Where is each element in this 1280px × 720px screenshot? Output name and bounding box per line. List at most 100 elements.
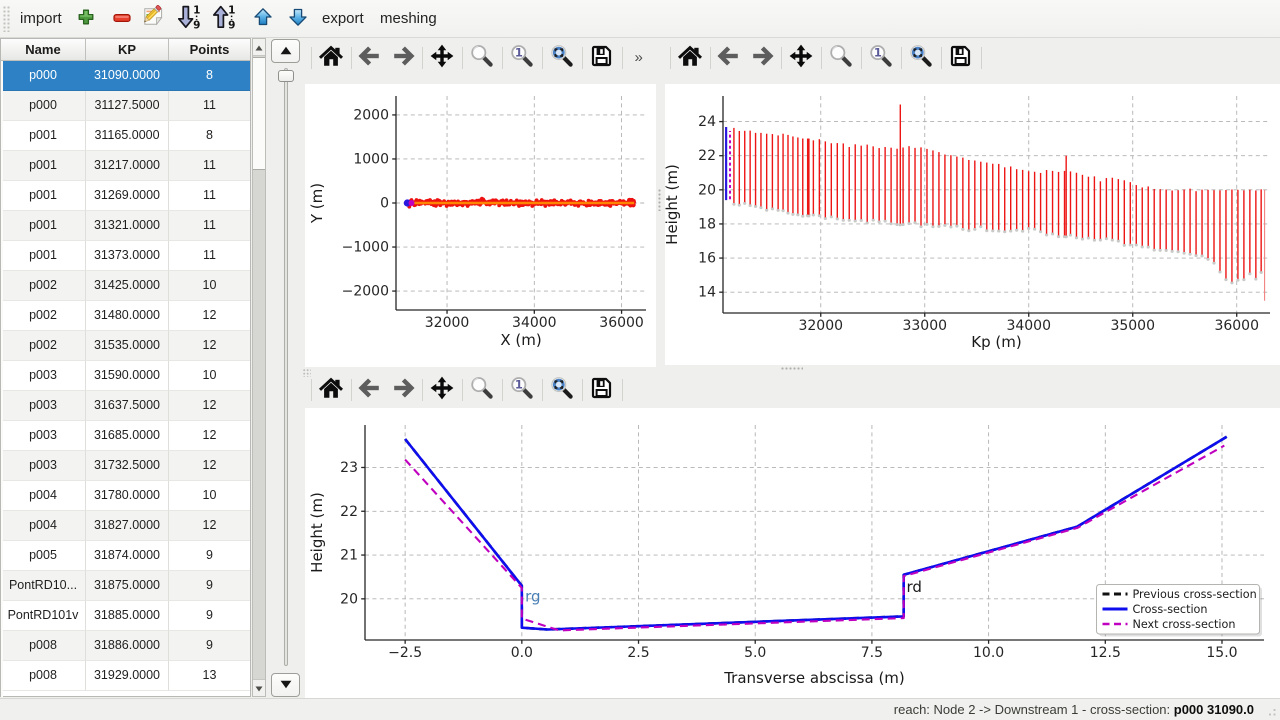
column-header-kp[interactable]: KP (86, 39, 169, 60)
cell-points[interactable]: 11 (169, 151, 250, 181)
scrollbar-thumb[interactable] (253, 57, 265, 170)
back-button[interactable] (715, 43, 745, 73)
forward-button[interactable] (746, 43, 776, 73)
cell-points[interactable]: 9 (169, 541, 250, 571)
cell-name[interactable]: p003 (1, 361, 86, 391)
sort-descending-button[interactable]: 19 (176, 5, 204, 33)
cell-points[interactable]: 10 (169, 361, 250, 391)
cell-name[interactable]: p001 (1, 181, 86, 211)
table-row[interactable]: p00131269.000011 (1, 181, 250, 211)
vertical-splitter-handle[interactable] (657, 189, 662, 211)
cell-points[interactable]: 12 (169, 331, 250, 361)
cell-kp[interactable]: 31373.0000 (86, 241, 169, 271)
cell-name[interactable]: p000 (1, 91, 86, 121)
export-button[interactable]: export (312, 0, 374, 37)
table-row[interactable]: p00131165.00008 (1, 121, 250, 151)
zoom-button[interactable] (467, 375, 497, 405)
cell-points[interactable]: 11 (169, 181, 250, 211)
cell-name[interactable]: p003 (1, 391, 86, 421)
cell-name[interactable]: p008 (1, 631, 86, 661)
cell-name[interactable]: p004 (1, 511, 86, 541)
zoom-fit-button[interactable] (906, 43, 936, 73)
move-up-button[interactable] (249, 5, 277, 33)
cell-name[interactable]: p001 (1, 151, 86, 181)
cell-points[interactable]: 9 (169, 571, 250, 601)
column-header-name[interactable]: Name (1, 39, 86, 60)
table-row[interactable]: p00231425.000010 (1, 271, 250, 301)
table-row[interactable]: p00131321.000011 (1, 211, 250, 241)
table-row[interactable]: p00431780.000010 (1, 481, 250, 511)
pan-button[interactable] (427, 43, 457, 73)
sort-ascending-button[interactable]: 19 (211, 5, 239, 33)
table-row[interactable]: PontRD10...31875.00009 (1, 571, 250, 601)
forward-button[interactable] (387, 375, 417, 405)
cell-kp[interactable]: 31886.0000 (86, 631, 169, 661)
cell-name[interactable]: PontRD10... (1, 571, 86, 601)
cell-kp[interactable]: 31637.5000 (86, 391, 169, 421)
cell-points[interactable]: 10 (169, 481, 250, 511)
table-row[interactable]: p00031090.00008 (1, 61, 250, 91)
table-row[interactable]: p00331637.500012 (1, 391, 250, 421)
back-button[interactable] (356, 375, 386, 405)
cell-points[interactable]: 10 (169, 271, 250, 301)
cell-name[interactable]: p008 (1, 661, 86, 691)
cell-kp[interactable]: 31480.0000 (86, 301, 169, 331)
add-section-button[interactable] (72, 5, 100, 33)
scroll-down-button[interactable] (253, 679, 265, 696)
cell-kp[interactable]: 31425.0000 (86, 271, 169, 301)
cell-points[interactable]: 9 (169, 601, 250, 631)
cell-name[interactable]: p003 (1, 451, 86, 481)
zoom-fit-button[interactable] (547, 375, 577, 405)
zoom-button[interactable] (467, 43, 497, 73)
trajectory-plot[interactable]: 320003400036000−2000−1000010002000X (m)Y… (305, 84, 656, 367)
cell-kp[interactable]: 31885.0000 (86, 601, 169, 631)
cell-name[interactable]: p005 (1, 541, 86, 571)
cell-kp[interactable]: 31732.5000 (86, 451, 169, 481)
profile-plot[interactable]: 3200033000340003500036000141618202224Kp … (665, 84, 1280, 365)
zoom-button[interactable] (826, 43, 856, 73)
table-scrollbar[interactable] (252, 38, 266, 697)
table-row[interactable]: p00031127.500011 (1, 91, 250, 121)
table-row[interactable]: p00131373.000011 (1, 241, 250, 271)
cell-kp[interactable]: 31127.5000 (86, 91, 169, 121)
cell-points[interactable]: 13 (169, 661, 250, 691)
cell-name[interactable]: p003 (1, 421, 86, 451)
cell-points[interactable]: 12 (169, 391, 250, 421)
table-row[interactable]: p00331732.500012 (1, 451, 250, 481)
table-row[interactable]: p00331590.000010 (1, 361, 250, 391)
table-row[interactable]: p00831886.00009 (1, 631, 250, 661)
cell-name[interactable]: p002 (1, 301, 86, 331)
remove-section-button[interactable] (108, 5, 136, 33)
pan-button[interactable] (427, 375, 457, 405)
cell-points[interactable]: 12 (169, 511, 250, 541)
zoom-one-button[interactable]: 1 (866, 43, 896, 73)
back-button[interactable] (356, 43, 386, 73)
forward-button[interactable] (387, 43, 417, 73)
cell-kp[interactable]: 31165.0000 (86, 121, 169, 151)
cell-name[interactable]: p002 (1, 271, 86, 301)
table-row[interactable]: p00831929.000013 (1, 661, 250, 691)
next-section-button[interactable] (271, 673, 300, 697)
cell-name[interactable]: p001 (1, 241, 86, 271)
previous-section-button[interactable] (271, 39, 300, 63)
cell-kp[interactable]: 31685.0000 (86, 421, 169, 451)
zoom-one-button[interactable]: 1 (507, 375, 537, 405)
toolbar-overflow-button[interactable]: » (635, 44, 643, 74)
zoom-one-button[interactable]: 1 (507, 43, 537, 73)
cell-name[interactable]: PontRD101v (1, 601, 86, 631)
cell-kp[interactable]: 31780.0000 (86, 481, 169, 511)
scroll-up-button[interactable] (253, 39, 265, 56)
cell-points[interactable]: 12 (169, 421, 250, 451)
cell-points[interactable]: 12 (169, 451, 250, 481)
cell-kp[interactable]: 31929.0000 (86, 661, 169, 691)
table-row[interactable]: p00231535.000012 (1, 331, 250, 361)
cell-points[interactable]: 12 (169, 301, 250, 331)
cell-kp[interactable]: 31217.0000 (86, 151, 169, 181)
home-button[interactable] (316, 375, 346, 405)
cell-points[interactable]: 11 (169, 91, 250, 121)
table-row[interactable]: PontRD101v31885.00009 (1, 601, 250, 631)
horizontal-splitter-handle[interactable] (781, 366, 803, 371)
meshing-button[interactable]: meshing (370, 0, 447, 37)
cell-name[interactable]: p002 (1, 331, 86, 361)
cell-kp[interactable]: 31535.0000 (86, 331, 169, 361)
